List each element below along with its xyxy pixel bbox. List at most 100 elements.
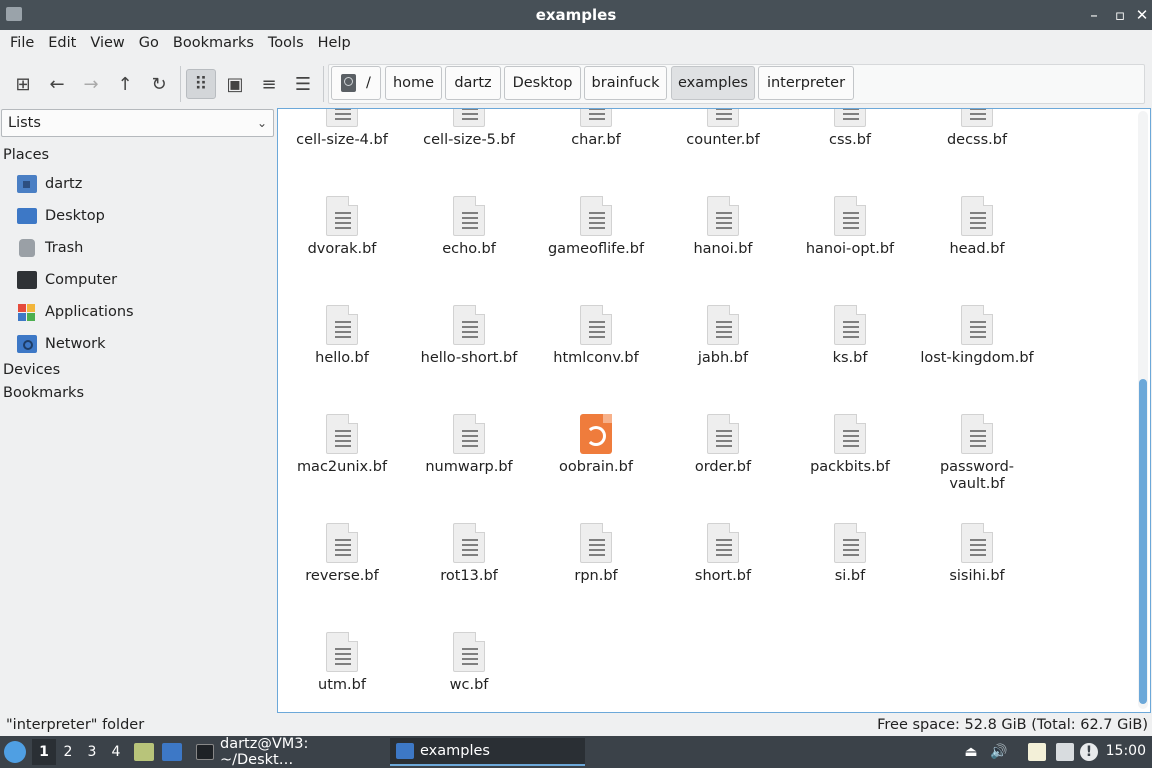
task-label: examples [420,743,490,759]
compact-view-icon[interactable]: ≡ [254,69,284,99]
new-tab-icon[interactable]: ⊞ [8,69,38,99]
sidebar-item-desktop[interactable]: Desktop [17,204,105,228]
thumbnail-view-icon[interactable]: ▣ [220,69,250,99]
applications-icon [17,303,37,321]
file-name: cell-size-5.bf [423,132,515,148]
file-name: rpn.bf [574,568,618,584]
text-file-icon [453,632,485,672]
text-file-icon [326,523,358,563]
start-menu-icon[interactable] [4,741,26,763]
breadcrumb-desktop[interactable]: Desktop [504,66,581,100]
folder-icon [396,743,414,759]
menu-tools[interactable]: Tools [261,35,311,51]
home-folder-icon [17,175,37,193]
menu-bookmarks[interactable]: Bookmarks [166,35,261,51]
menu-go[interactable]: Go [132,35,166,51]
text-file-icon [326,196,358,236]
up-arrow-icon[interactable]: ↑ [110,69,140,99]
sidebar-item-label: Computer [45,272,118,288]
text-file-icon [326,414,358,454]
toolbar: ⊞ ← → ↑ ↻ ⠿ ▣ ≡ ☰ / home dartz Desktop b… [0,58,1152,108]
breadcrumb-dartz[interactable]: dartz [445,66,501,100]
file-name: rot13.bf [440,568,498,584]
desktop-switch-3[interactable]: 3 [80,739,104,765]
file-view[interactable]: cell-size-4.bf cell-size-5.bf char.bf count… [277,108,1151,713]
side-pane-mode-select[interactable]: Lists ⌄ [1,109,274,137]
network-icon [17,335,37,353]
minimize-button[interactable]: – [1084,5,1104,25]
icon-view-icon[interactable]: ⠿ [186,69,216,99]
clipboard-icon[interactable] [1028,743,1046,761]
file-name: hanoi.bf [693,241,753,257]
places-heading[interactable]: Places [3,147,49,163]
file-name: oobrain.bf [559,459,633,475]
breadcrumb: / home dartz Desktop brainfuck examples … [328,64,1145,104]
breadcrumb-interpreter[interactable]: interpreter [758,66,854,100]
scrollbar-thumb[interactable] [1139,379,1147,704]
file-name: counter.bf [686,132,760,148]
text-file-icon [453,196,485,236]
text-file-icon [453,414,485,454]
file-name: cell-size-4.bf [296,132,388,148]
file-manager-launcher-icon[interactable] [134,743,154,761]
text-file-icon [834,414,866,454]
text-file-icon [326,109,358,127]
monitor-icon[interactable] [1056,743,1074,761]
reload-icon[interactable]: ↻ [144,69,174,99]
desktop-switch-4[interactable]: 4 [104,739,128,765]
text-file-icon [834,196,866,236]
notification-icon[interactable]: ! [1080,743,1098,761]
show-desktop-icon[interactable] [162,743,182,761]
removable-media-icon[interactable]: ⏏ [962,743,980,761]
task-examples[interactable]: examples [390,738,585,766]
text-file-icon [707,196,739,236]
sidebar-item-label: Desktop [45,208,105,224]
terminal-icon [196,744,214,760]
sidebar-item-network[interactable]: Network [17,332,106,356]
close-button[interactable]: ✕ [1132,5,1152,25]
breadcrumb-examples[interactable]: examples [671,66,755,100]
text-file-icon [453,305,485,345]
text-file-icon [326,305,358,345]
maximize-button[interactable]: ▫ [1110,5,1130,25]
menu-edit[interactable]: Edit [41,35,83,51]
back-arrow-icon[interactable]: ← [42,69,72,99]
sidebar-item-applications[interactable]: Applications [17,300,134,324]
text-file-icon [961,414,993,454]
file-name: reverse.bf [305,568,379,584]
status-bar: "interpreter" folder Free space: 52.8 Gi… [0,714,1152,736]
breadcrumb-home[interactable]: home [385,66,442,100]
text-file-icon [961,523,993,563]
menu-file[interactable]: File [3,35,41,51]
drive-icon [341,74,357,92]
file-name: hello.bf [315,350,369,366]
status-selection-text: "interpreter" folder [6,717,145,733]
bookmarks-heading[interactable]: Bookmarks [3,385,84,401]
status-free-space: Free space: 52.8 GiB (Total: 62.7 GiB) [877,717,1148,733]
text-file-icon [453,523,485,563]
file-name: dvorak.bf [307,241,377,257]
trash-icon [19,239,35,257]
menu-bar: File Edit View Go Bookmarks Tools Help [0,30,1152,56]
text-file-icon [834,523,866,563]
task-terminal[interactable]: dartz@VM3: ~/Deskt… [190,736,386,768]
forward-arrow-icon[interactable]: → [76,69,106,99]
clock[interactable]: 15:00 [1106,743,1146,759]
window-titlebar[interactable]: examples – ▫ ✕ [0,0,1152,30]
sidebar-item-trash[interactable]: Trash [17,236,83,260]
chevron-down-icon: ⌄ [256,116,267,130]
volume-icon[interactable]: 🔊 [990,743,1008,761]
breadcrumb-brainfuck[interactable]: brainfuck [584,66,667,100]
menu-help[interactable]: Help [311,35,358,51]
sidebar-item-computer[interactable]: Computer [17,268,117,292]
menu-view[interactable]: View [83,35,131,51]
detailed-list-view-icon[interactable]: ☰ [288,69,318,99]
devices-heading[interactable]: Devices [3,362,60,378]
sidebar-item-dartz[interactable]: dartz [17,172,82,196]
file-name: password-vault.bf [939,459,1015,492]
desktop-switch-1[interactable]: 1 [32,739,56,765]
file-name: hello-short.bf [420,350,518,366]
breadcrumb-root[interactable]: / [331,66,381,100]
breadcrumb-label: home [392,75,435,91]
desktop-switch-2[interactable]: 2 [56,739,80,765]
